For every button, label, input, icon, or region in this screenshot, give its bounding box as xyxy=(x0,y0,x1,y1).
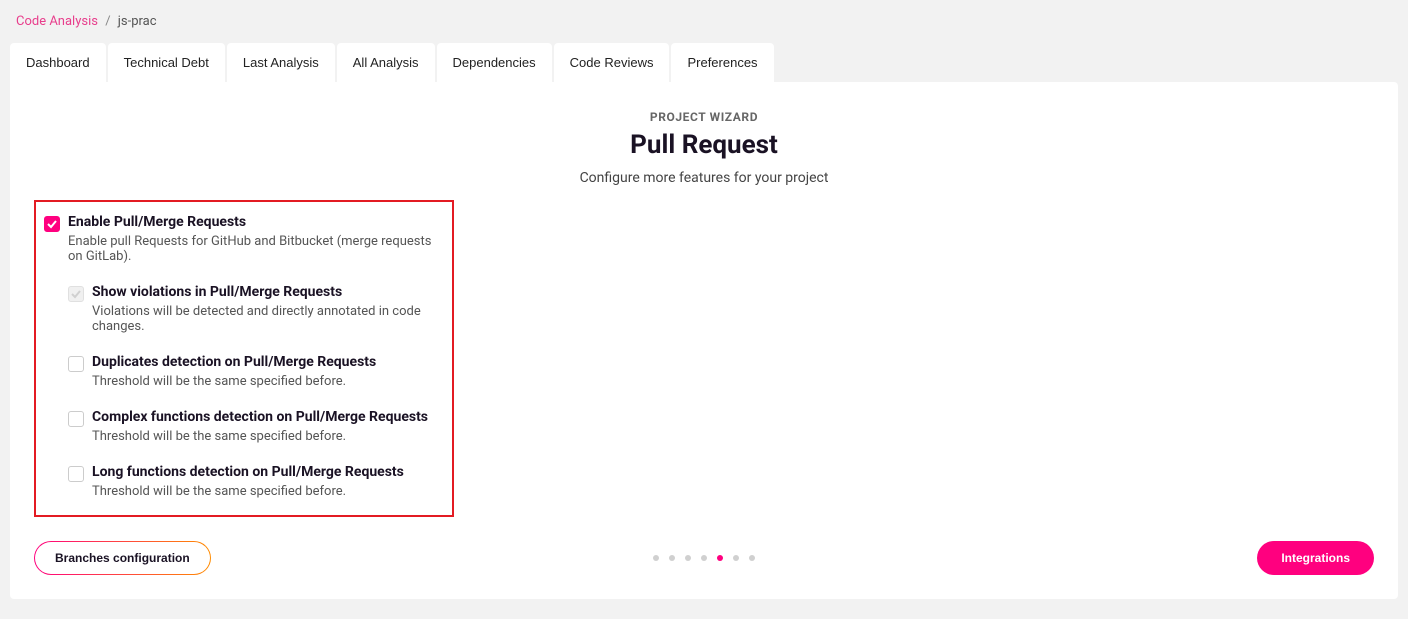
step-dot-active xyxy=(717,555,723,561)
options-frame: Enable Pull/Merge Requests Enable pull R… xyxy=(34,200,454,517)
wizard-panel: PROJECT WIZARD Pull Request Configure mo… xyxy=(10,82,1398,599)
next-button[interactable]: Integrations xyxy=(1257,541,1374,575)
step-dots xyxy=(653,555,755,561)
checkbox-show-violations[interactable] xyxy=(68,286,84,302)
breadcrumb-leaf: js-prac xyxy=(118,14,157,29)
tab-code-reviews[interactable]: Code Reviews xyxy=(554,43,670,82)
breadcrumb-root[interactable]: Code Analysis xyxy=(16,14,98,29)
option-title: Show violations in Pull/Merge Requests xyxy=(92,284,436,300)
tab-last-analysis[interactable]: Last Analysis xyxy=(227,43,335,82)
tab-all-analysis[interactable]: All Analysis xyxy=(337,43,435,82)
step-dot xyxy=(653,555,659,561)
option-title: Complex functions detection on Pull/Merg… xyxy=(92,409,428,425)
tab-technical-debt[interactable]: Technical Debt xyxy=(108,43,225,82)
breadcrumb: Code Analysis / js-prac xyxy=(10,10,1398,43)
breadcrumb-sep: / xyxy=(105,14,110,29)
option-long-functions[interactable]: Long functions detection on Pull/Merge R… xyxy=(68,464,436,499)
step-dot xyxy=(685,555,691,561)
option-duplicates[interactable]: Duplicates detection on Pull/Merge Reque… xyxy=(68,354,436,389)
option-desc: Threshold will be the same specified bef… xyxy=(92,484,404,499)
step-dot xyxy=(749,555,755,561)
tab-preferences[interactable]: Preferences xyxy=(671,43,773,82)
tab-dependencies[interactable]: Dependencies xyxy=(437,43,552,82)
tab-dashboard[interactable]: Dashboard xyxy=(10,43,106,82)
checkbox-duplicates[interactable] xyxy=(68,356,84,372)
option-show-violations[interactable]: Show violations in Pull/Merge Requests V… xyxy=(68,284,436,334)
step-dot xyxy=(701,555,707,561)
check-icon xyxy=(71,289,81,299)
option-title: Enable Pull/Merge Requests xyxy=(68,214,436,230)
back-button-wrap: Branches configuration xyxy=(34,541,211,575)
option-desc: Threshold will be the same specified bef… xyxy=(92,374,376,389)
tab-bar: Dashboard Technical Debt Last Analysis A… xyxy=(10,43,1398,82)
checkbox-enable-pr[interactable] xyxy=(44,216,60,232)
wizard-subtitle: Configure more features for your project xyxy=(34,170,1374,186)
checkbox-complex-functions[interactable] xyxy=(68,411,84,427)
step-dot xyxy=(733,555,739,561)
option-title: Duplicates detection on Pull/Merge Reque… xyxy=(92,354,376,370)
check-icon xyxy=(47,219,57,229)
option-title: Long functions detection on Pull/Merge R… xyxy=(92,464,404,480)
option-desc: Threshold will be the same specified bef… xyxy=(92,429,428,444)
option-enable-pr[interactable]: Enable Pull/Merge Requests Enable pull R… xyxy=(44,214,436,264)
option-complex-functions[interactable]: Complex functions detection on Pull/Merg… xyxy=(68,409,436,444)
page-title: Pull Request xyxy=(34,130,1374,160)
option-desc: Violations will be detected and directly… xyxy=(92,304,436,334)
back-button[interactable]: Branches configuration xyxy=(35,542,210,574)
step-dot xyxy=(669,555,675,561)
option-desc: Enable pull Requests for GitHub and Bitb… xyxy=(68,234,436,264)
checkbox-long-functions[interactable] xyxy=(68,466,84,482)
wizard-eyebrow: PROJECT WIZARD xyxy=(34,110,1374,124)
wizard-footer: Branches configuration Integrations xyxy=(34,517,1374,575)
